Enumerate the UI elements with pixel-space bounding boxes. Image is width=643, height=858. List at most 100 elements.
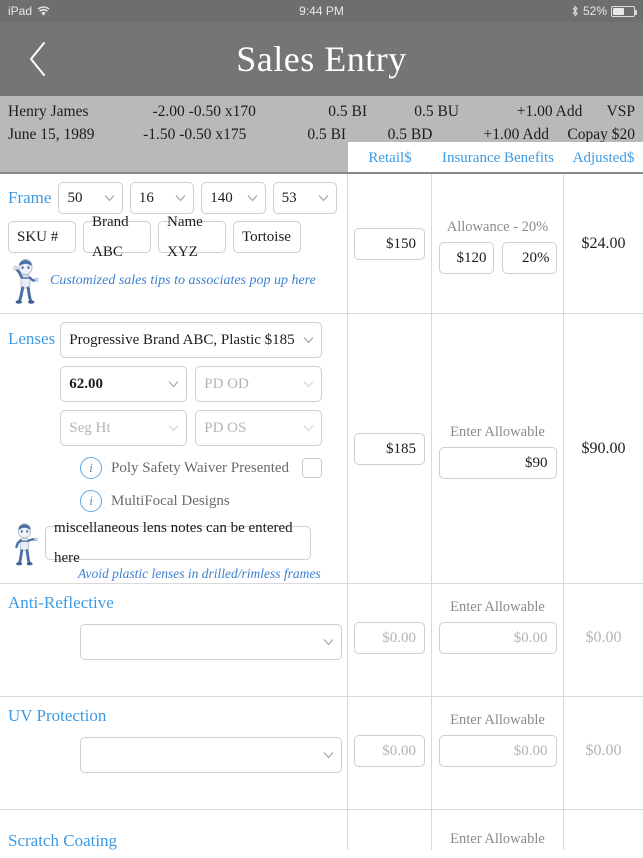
scratch-coating-details-cell: Scratch Coating xyxy=(0,810,348,850)
battery-icon xyxy=(611,5,637,17)
chevron-down-icon xyxy=(168,425,179,432)
uv-protection-allowable-label: Enter Allowable xyxy=(450,712,545,728)
scratch-coating-retail-cell xyxy=(348,810,432,850)
lens-pd-od-select[interactable]: PD OD xyxy=(195,366,323,402)
column-header-retail[interactable]: Retail$ xyxy=(348,150,432,167)
chevron-down-icon xyxy=(303,381,314,388)
robot-mascot-icon xyxy=(8,522,38,566)
uv-protection-adjusted-cell: $0.00 xyxy=(564,697,643,809)
frame-label: Frame xyxy=(8,188,52,207)
lens-pd-os-placeholder: PD OS xyxy=(204,420,247,436)
patient-info-strip: Henry James -2.00 -0.50 x170 0.5 BI 0.5 … xyxy=(0,96,643,174)
frame-name-input[interactable]: Name XYZ xyxy=(158,214,226,260)
uv-protection-details-cell: UV Protection xyxy=(0,697,348,809)
poly-waiver-row: i Poly Safety Waiver Presented xyxy=(80,457,337,479)
prism-od-vertical: 0.5 BU xyxy=(414,103,459,120)
patient-info-row-od: Henry James -2.00 -0.50 x170 0.5 BI 0.5 … xyxy=(8,100,635,123)
frame-b-measure-select[interactable]: 53 xyxy=(272,182,337,214)
uv-protection-allowable-inputs: $0.00 xyxy=(438,735,557,767)
lens-measure-row-2: Seg Ht PD OS xyxy=(60,410,337,446)
lenses-details-cell: Lenses Progressive Brand ABC, Plastic $1… xyxy=(0,314,348,583)
row-uv-protection: UV Protection $0.00 Enter Allowable $0.0… xyxy=(0,697,643,810)
anti-reflective-label: Anti-Reflective xyxy=(8,593,114,612)
poly-waiver-label: Poly Safety Waiver Presented xyxy=(111,459,290,476)
row-lenses: Lenses Progressive Brand ABC, Plastic $1… xyxy=(0,314,643,584)
uv-protection-retail-input[interactable]: $0.00 xyxy=(354,735,425,767)
lenses-adjusted-cell: $90.00 xyxy=(564,314,643,583)
uv-protection-retail-cell: $0.00 xyxy=(348,697,432,809)
strip-gray-filler xyxy=(0,142,348,174)
lens-pd-od-placeholder: PD OD xyxy=(204,376,249,392)
status-bar-clock: 9:44 PM xyxy=(299,4,344,18)
lens-product-select[interactable]: Progressive Brand ABC, Plastic $185 xyxy=(60,322,323,358)
insurance-plan: VSP xyxy=(606,103,635,120)
frame-brand-input[interactable]: Brand ABC xyxy=(83,214,151,260)
lens-notes-row: miscellaneous lens notes can be entered … xyxy=(8,520,337,566)
lens-base-curve-select[interactable]: 62.00 xyxy=(60,366,188,402)
lenses-inputs-group: Progressive Brand ABC, Plastic $185 62.0… xyxy=(60,322,337,446)
uv-protection-adjusted-value: $0.00 xyxy=(585,742,622,759)
frame-allowance-label: Allowance - 20% xyxy=(446,218,549,235)
frame-allowance-amount-input[interactable]: $120 xyxy=(438,241,494,274)
anti-reflective-allowable-label: Enter Allowable xyxy=(450,599,545,615)
uv-protection-allowable-input[interactable]: $0.00 xyxy=(438,735,557,767)
bluetooth-icon xyxy=(571,5,579,17)
status-bar: iPad 9:44 PM 52% xyxy=(0,0,643,22)
chevron-down-icon xyxy=(168,381,179,388)
lens-measure-row-1: 62.00 PD OD xyxy=(60,366,337,402)
anti-reflective-details-cell: Anti-Reflective xyxy=(0,584,348,696)
chevron-down-icon xyxy=(323,752,334,759)
battery-percent-label: 52% xyxy=(582,4,607,18)
frame-retail-input[interactable]: $150 xyxy=(354,227,425,260)
frame-sku-input[interactable]: SKU # xyxy=(8,221,76,253)
nav-bar: Sales Entry xyxy=(0,22,643,96)
scratch-coating-label: Scratch Coating xyxy=(8,831,118,850)
frame-temple-value: 140 xyxy=(210,190,233,206)
anti-reflective-retail-input[interactable]: $0.00 xyxy=(354,622,425,654)
lenses-retail-cell: $185 xyxy=(348,314,432,583)
info-icon[interactable]: i xyxy=(80,457,102,479)
lenses-label: Lenses xyxy=(8,329,56,348)
frame-eye-size-select[interactable]: 50 xyxy=(58,182,123,214)
uv-protection-select[interactable] xyxy=(80,737,342,773)
frame-temple-select[interactable]: 140 xyxy=(201,182,266,214)
frame-allowance-percent-input[interactable]: 20% xyxy=(501,241,557,274)
row-frame: Frame 50 16 140 53 SKU # Brand ABC Name … xyxy=(0,174,643,314)
frame-measurements-group: Frame 50 16 140 53 xyxy=(8,182,337,214)
column-headers: Retail$ Insurance Benefits Adjusted$ xyxy=(348,142,643,174)
lenses-insurance-cell: Enter Allowable $90 xyxy=(432,314,564,583)
frame-adjusted-cell: $24.00 xyxy=(564,174,643,313)
frame-bridge-select[interactable]: 16 xyxy=(129,182,195,214)
lens-notes-input[interactable]: miscellaneous lens notes can be entered … xyxy=(45,520,311,566)
frame-sales-tip: Customized sales tips to associates pop … xyxy=(50,273,316,288)
patient-name: Henry James xyxy=(8,103,89,120)
frame-color-input[interactable]: Tortoise xyxy=(233,221,301,253)
anti-reflective-insurance-cell: Enter Allowable $0.00 xyxy=(432,584,564,696)
frame-details-cell: Frame 50 16 140 53 SKU # Brand ABC Name … xyxy=(0,174,348,313)
status-bar-right: 52% xyxy=(571,0,637,22)
frame-bridge-value: 16 xyxy=(138,190,154,206)
back-button[interactable] xyxy=(22,39,54,79)
lenses-allowable-input[interactable]: $90 xyxy=(438,446,557,479)
column-header-adjusted[interactable]: Adjusted$ xyxy=(564,150,643,167)
anti-reflective-select[interactable] xyxy=(80,624,342,660)
lens-seg-height-select[interactable]: Seg Ht xyxy=(60,410,188,446)
lens-pd-os-select[interactable]: PD OS xyxy=(195,410,323,446)
row-scratch-coating: Scratch Coating Enter Allowable xyxy=(0,810,643,850)
lens-seg-height-placeholder: Seg Ht xyxy=(69,420,111,436)
anti-reflective-allowable-input[interactable]: $0.00 xyxy=(438,622,557,654)
frame-allowance-inputs: $120 20% xyxy=(438,241,557,274)
chevron-down-icon xyxy=(323,639,334,646)
lenses-retail-input[interactable]: $185 xyxy=(354,432,425,465)
poly-waiver-checkbox[interactable] xyxy=(302,458,323,478)
info-icon[interactable]: i xyxy=(80,490,102,512)
chevron-left-icon xyxy=(30,42,45,76)
row-anti-reflective: Anti-Reflective $0.00 Enter Allowable $0… xyxy=(0,584,643,697)
prism-od-horizontal: 0.5 BI xyxy=(328,103,368,120)
frame-retail-cell: $150 xyxy=(348,174,432,313)
page-title: Sales Entry xyxy=(236,39,407,79)
scratch-coating-adjusted-cell xyxy=(564,810,643,850)
lenses-allowable-inputs: $90 xyxy=(438,446,557,479)
lenses-allowable-label: Enter Allowable xyxy=(450,423,545,440)
column-header-insurance[interactable]: Insurance Benefits xyxy=(432,150,564,167)
